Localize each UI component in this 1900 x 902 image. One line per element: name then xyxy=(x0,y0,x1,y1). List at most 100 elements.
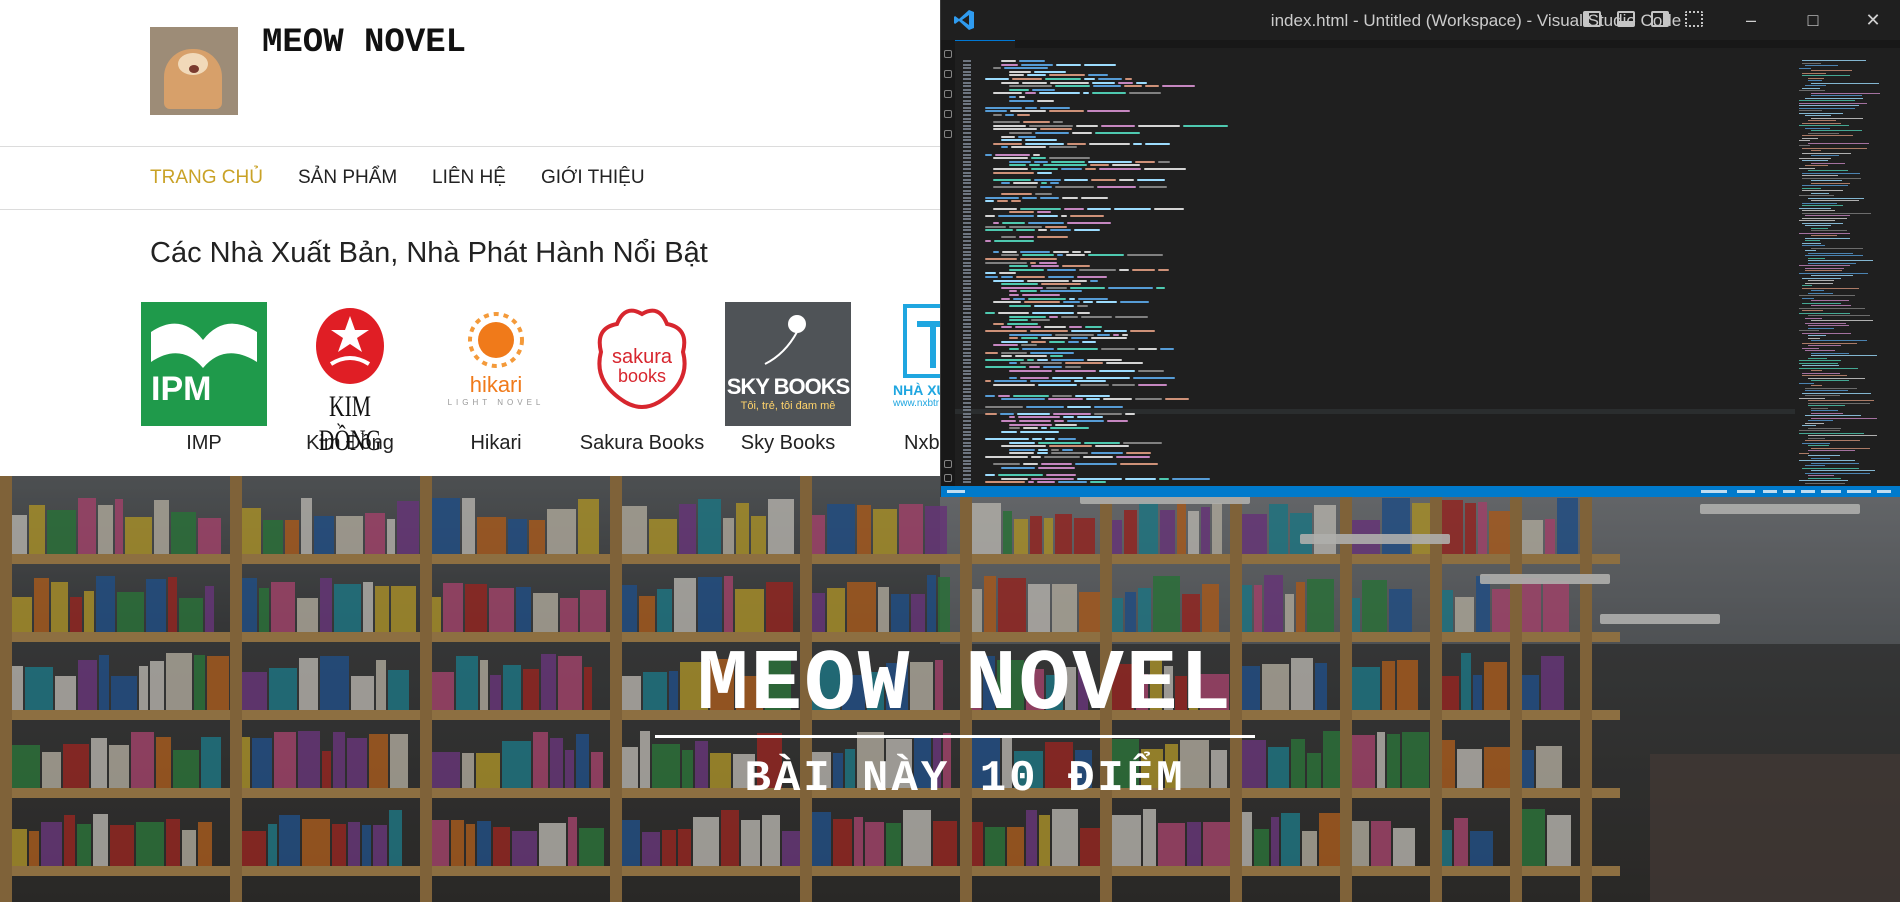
line-number xyxy=(963,214,971,217)
minimap-line xyxy=(1811,457,1830,459)
code-token xyxy=(1020,376,1049,379)
code-token xyxy=(1046,474,1076,476)
publisher-card-sakura[interactable]: sakura books Sakura Books xyxy=(576,302,708,455)
code-token xyxy=(1068,340,1079,343)
code-token xyxy=(1087,110,1130,113)
search-icon[interactable] xyxy=(944,70,952,78)
publisher-card-hikari[interactable]: hikari LIGHT NOVEL Hikari xyxy=(430,302,562,455)
code-token xyxy=(1025,106,1037,109)
status-item[interactable] xyxy=(947,490,965,493)
settings-gear-icon[interactable] xyxy=(944,474,952,482)
explorer-icon[interactable] xyxy=(944,50,952,58)
code-token xyxy=(1054,420,1064,422)
minimap-line xyxy=(1802,137,1818,139)
breadcrumb[interactable] xyxy=(955,49,1900,57)
status-item[interactable] xyxy=(1821,490,1841,493)
publisher-name: Sakura Books xyxy=(579,432,705,454)
source-control-icon[interactable] xyxy=(944,90,952,98)
code-token xyxy=(1041,427,1047,430)
code-token xyxy=(1031,456,1041,458)
minimap-line xyxy=(1811,340,1867,341)
minimap-line xyxy=(1811,192,1829,194)
minimize-icon[interactable]: – xyxy=(1737,6,1765,34)
code-token xyxy=(1009,441,1035,444)
status-item[interactable] xyxy=(1877,490,1891,493)
minimap-line xyxy=(1805,240,1820,241)
close-icon[interactable]: ✕ xyxy=(1859,6,1887,34)
publisher-card-imp[interactable]: IPM IMP xyxy=(138,302,270,455)
code-token xyxy=(1050,182,1059,185)
status-item[interactable] xyxy=(1763,490,1777,493)
run-debug-icon[interactable] xyxy=(944,110,952,118)
status-bar[interactable] xyxy=(941,486,1900,497)
code-token xyxy=(1050,229,1071,232)
code-token xyxy=(1027,279,1069,282)
extensions-icon[interactable] xyxy=(944,130,952,138)
minimap-line xyxy=(1805,482,1845,484)
status-item[interactable] xyxy=(1801,490,1815,493)
line-number xyxy=(963,477,971,480)
site-logo-cat-image[interactable] xyxy=(150,27,238,115)
minimap-line xyxy=(1799,112,1843,114)
code-token xyxy=(1031,340,1046,343)
maximize-icon[interactable]: □ xyxy=(1799,6,1827,34)
line-number xyxy=(963,225,971,228)
code-token xyxy=(1057,254,1063,257)
ipm-logo-text: IPM xyxy=(151,370,212,408)
code-token xyxy=(1009,337,1018,340)
code-token xyxy=(1001,254,1019,257)
status-item[interactable] xyxy=(1701,490,1727,493)
code-token xyxy=(1046,286,1067,289)
code-editor[interactable] xyxy=(955,58,1795,486)
account-icon[interactable] xyxy=(944,460,952,468)
code-token xyxy=(1015,326,1041,329)
publisher-card-skybooks[interactable]: SKY BOOKS Tôi, trẻ, tôi đam mê Sky Books xyxy=(722,302,854,455)
line-number xyxy=(963,99,971,102)
minimap-line xyxy=(1799,105,1859,106)
code-token xyxy=(1031,265,1059,268)
customize-layout-icon[interactable] xyxy=(1685,11,1703,27)
code-token xyxy=(1034,178,1061,181)
code-token xyxy=(1129,92,1161,95)
tab-index-html[interactable] xyxy=(955,40,1015,48)
code-token xyxy=(1108,286,1153,289)
line-number xyxy=(963,322,971,325)
site-title[interactable]: MEOW NOVEL xyxy=(262,24,466,62)
line-number xyxy=(963,240,971,242)
publisher-card-nxbtre[interactable]: NHÀ XUẤT www.nxbtr Nxb Tr xyxy=(868,302,940,455)
code-token xyxy=(1004,67,1048,70)
nav-item-products[interactable]: SẢN PHẨM xyxy=(298,167,397,189)
status-item[interactable] xyxy=(1847,490,1871,493)
toggle-primary-sidebar-icon[interactable] xyxy=(1583,11,1601,27)
status-item[interactable] xyxy=(1737,490,1755,493)
code-token xyxy=(1057,348,1098,350)
status-item[interactable] xyxy=(1783,490,1795,493)
minimap-line xyxy=(1811,180,1842,181)
minimap-line xyxy=(1808,435,1877,436)
line-number xyxy=(963,81,971,84)
code-token xyxy=(1062,448,1073,451)
minimap[interactable] xyxy=(1795,58,1895,486)
code-token xyxy=(1034,304,1074,307)
minimap-line xyxy=(1811,235,1837,236)
code-token xyxy=(1077,477,1122,480)
line-number xyxy=(963,229,971,232)
line-number xyxy=(963,348,971,350)
minimap-line xyxy=(1808,292,1833,294)
code-token xyxy=(1067,405,1091,408)
code-token xyxy=(1011,200,1021,203)
code-token xyxy=(1056,63,1081,66)
toggle-panel-icon[interactable] xyxy=(1617,11,1635,27)
code-token xyxy=(985,153,992,156)
code-token xyxy=(1037,481,1055,484)
nav-item-contact[interactable]: LIÊN HỆ xyxy=(432,167,506,189)
publisher-card-kimdong[interactable]: KIM ĐỒNG Kim Đồng xyxy=(284,302,416,457)
code-token xyxy=(1125,78,1132,80)
code-token xyxy=(1044,456,1080,458)
toggle-secondary-sidebar-icon[interactable] xyxy=(1651,11,1669,27)
code-token xyxy=(993,121,1020,124)
nav-item-home[interactable]: TRANG CHỦ xyxy=(150,167,263,189)
line-number xyxy=(963,448,971,451)
nav-item-about[interactable]: GIỚI THIỆU xyxy=(541,167,645,189)
vscode-titlebar[interactable]: index.html - Untitled (Workspace) - Visu… xyxy=(941,0,1900,41)
